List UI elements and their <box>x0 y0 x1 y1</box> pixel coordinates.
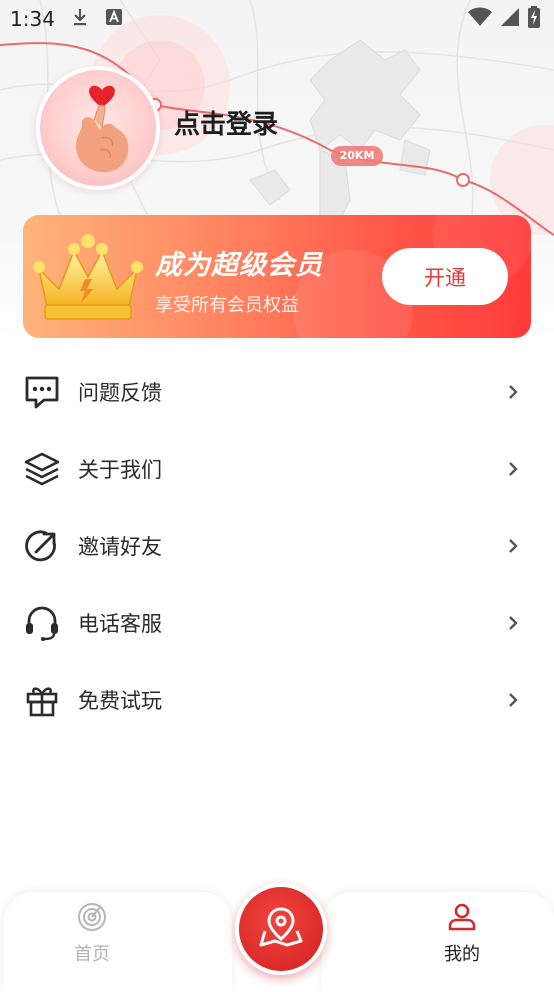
menu-item-label: 关于我们 <box>78 457 162 482</box>
text-a-icon <box>105 8 123 30</box>
menu-item-label: 免费试玩 <box>78 688 162 713</box>
avatar[interactable] <box>36 66 160 190</box>
menu-item-customer-service[interactable]: 电话客服 <box>0 584 554 661</box>
gift-icon <box>24 682 60 718</box>
menu-item-label: 电话客服 <box>78 611 162 636</box>
menu-item-label: 问题反馈 <box>78 380 162 405</box>
menu-item-invite[interactable]: 邀请好友 <box>0 507 554 584</box>
wifi-icon <box>468 7 492 31</box>
layers-icon <box>24 451 60 487</box>
signal-icon <box>500 7 520 31</box>
user-icon <box>447 902 477 936</box>
login-prompt[interactable]: 点击登录 <box>174 104 374 141</box>
tab-home[interactable]: 首页 <box>70 902 114 966</box>
vip-banner[interactable]: 成为超级会员 享受所有会员权益 开通 <box>23 215 531 338</box>
settings-menu: 问题反馈 关于我们 邀请好友 电话客服 免费试玩 <box>0 353 554 738</box>
profile-header[interactable]: 点击登录 <box>36 66 278 190</box>
crown-icon <box>29 229 147 329</box>
tab-mine-label: 我的 <box>444 944 480 965</box>
finger-heart-icon <box>76 85 129 173</box>
menu-item-feedback[interactable]: 问题反馈 <box>0 353 554 430</box>
menu-item-free-trial[interactable]: 免费试玩 <box>0 661 554 738</box>
vip-title: 成为超级会员 <box>155 250 323 281</box>
chevron-right-icon <box>505 537 521 555</box>
activate-vip-button[interactable]: 开通 <box>382 248 508 305</box>
headset-icon <box>24 605 60 641</box>
tab-bar-left-panel <box>4 892 232 992</box>
map-pin-icon <box>257 903 305 955</box>
tab-home-label: 首页 <box>74 944 110 965</box>
download-icon <box>71 7 89 31</box>
share-arrow-icon <box>24 528 60 564</box>
vip-subtitle: 享受所有会员权益 <box>155 295 299 316</box>
menu-item-about[interactable]: 关于我们 <box>0 430 554 507</box>
tab-mine[interactable]: 我的 <box>438 902 486 966</box>
map-center-button[interactable] <box>235 883 327 975</box>
menu-item-label: 邀请好友 <box>78 534 162 559</box>
chevron-right-icon <box>505 383 521 401</box>
feedback-chat-icon <box>24 374 60 410</box>
distance-label: 20KM <box>339 149 375 162</box>
status-time: 1:34 <box>10 7 55 31</box>
chevron-right-icon <box>505 614 521 632</box>
chevron-right-icon <box>505 691 521 709</box>
chevron-right-icon <box>505 460 521 478</box>
status-bar: 1:34 <box>0 0 554 38</box>
battery-charging-icon <box>528 6 540 32</box>
radar-icon <box>77 902 107 936</box>
